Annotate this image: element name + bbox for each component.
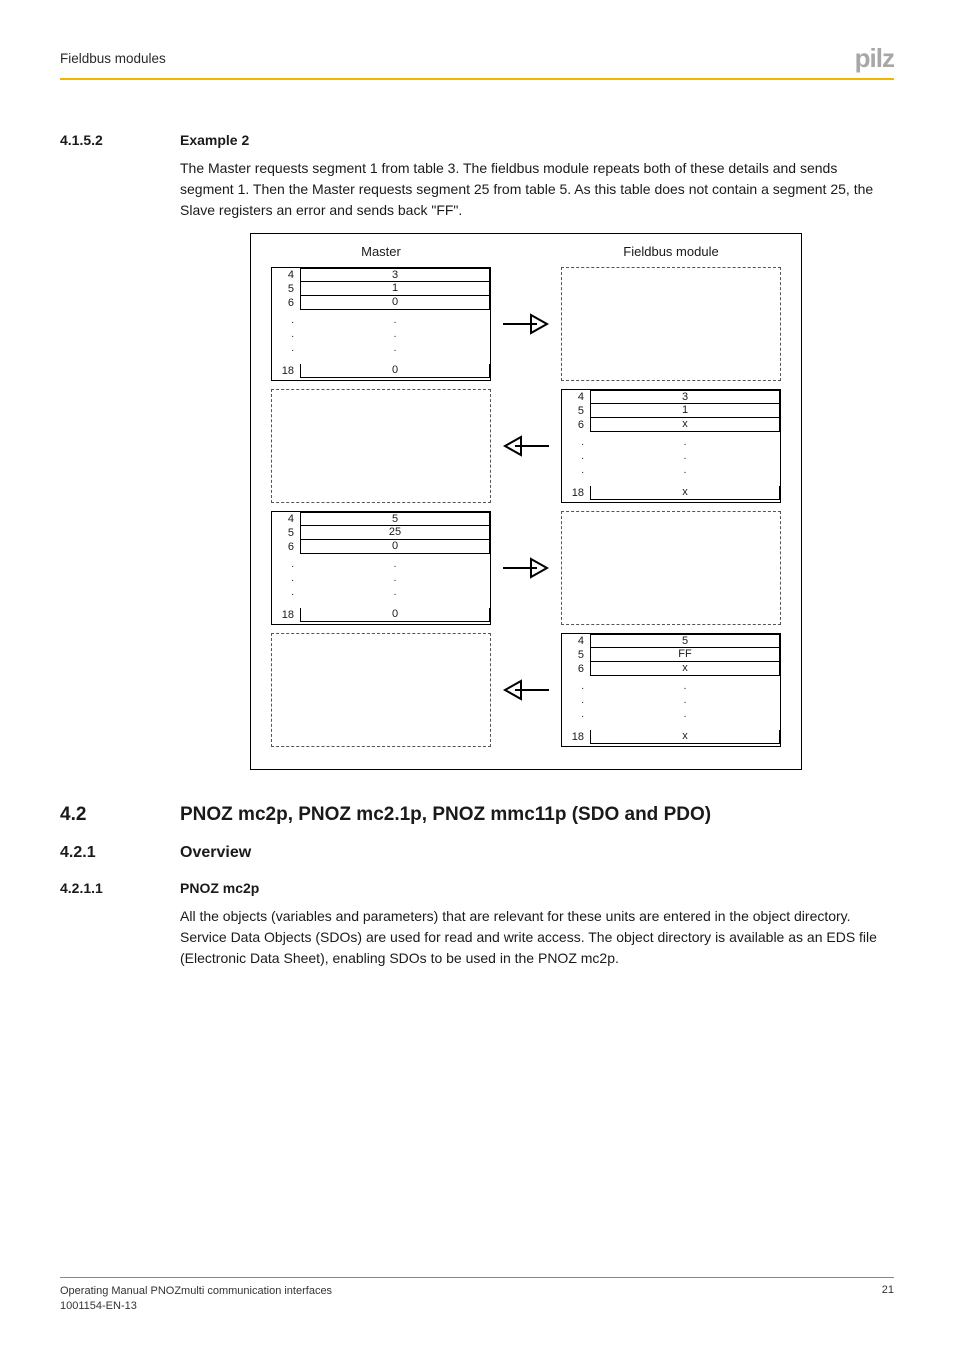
section-title-overview: Overview [180, 844, 251, 862]
footer-doc-title: Operating Manual PNOZmulti communication… [60, 1284, 332, 1299]
arrow-left-icon [491, 633, 561, 747]
section-number: 4.2.1 [60, 844, 180, 862]
paragraph-pnoz-mc2p: All the objects (variables and parameter… [180, 906, 894, 969]
section-title-4-2: PNOZ mc2p, PNOZ mc2.1p, PNOZ mmc11p (SDO… [180, 804, 711, 826]
section-number: 4.2 [60, 804, 180, 826]
arrow-right-icon [491, 511, 561, 625]
footer-doc-id: 1001154-EN-13 [60, 1299, 332, 1314]
diagram-step: 455FF6x......18x [271, 633, 781, 747]
diagram-step: 4552560......180 [271, 511, 781, 625]
diagram-header-master: Master [271, 244, 491, 259]
paragraph-example-2: The Master requests segment 1 from table… [180, 158, 894, 221]
diagram-header-module: Fieldbus module [561, 244, 781, 259]
section-number: 4.2.1.1 [60, 880, 180, 896]
arrow-left-icon [491, 389, 561, 503]
page-number: 21 [882, 1284, 894, 1314]
breadcrumb: Fieldbus modules [60, 51, 166, 66]
diagram-step: 43516x......18x [271, 389, 781, 503]
section-title-pnoz-mc2p: PNOZ mc2p [180, 880, 259, 896]
diagram-step: 435160......180 [271, 267, 781, 381]
section-number: 4.1.5.2 [60, 132, 180, 148]
section-title-example-2: Example 2 [180, 132, 249, 148]
arrow-right-icon [491, 267, 561, 381]
sequence-diagram: Master Fieldbus module 435160......18043… [250, 233, 802, 770]
footer-divider [60, 1277, 894, 1278]
brand-logo: pilz [855, 45, 894, 71]
